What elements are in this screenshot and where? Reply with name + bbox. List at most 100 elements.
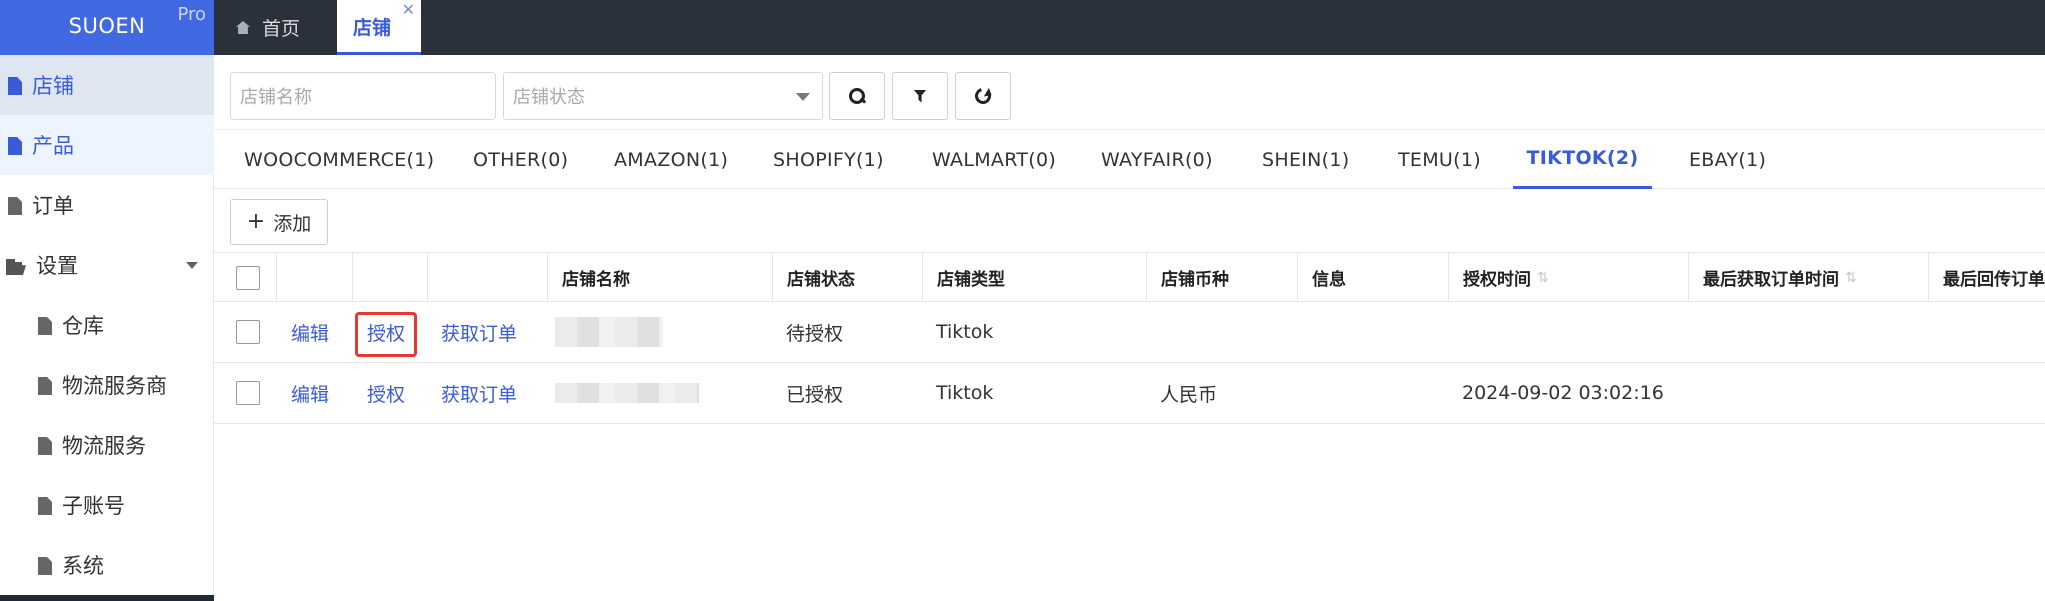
row-select-cell bbox=[236, 363, 260, 423]
table-row: 编辑 授权 获取订单 待授权 Tiktok bbox=[214, 302, 2045, 363]
shop-currency-value: 人民币 bbox=[1160, 383, 1218, 406]
table-header: 店铺名称 店铺状态 店铺类型 店铺币种 信息 授权时间 ⇅ 最后获取订单时间 ⇅ 最… bbox=[214, 252, 2045, 302]
tab-tiktok[interactable]: TIKTOK(2) bbox=[1513, 130, 1652, 189]
tab-wayfair[interactable]: WAYFAIR(0) bbox=[1101, 130, 1213, 189]
sidebar-item-label: 物流服务商 bbox=[62, 374, 167, 398]
sidebar-item-logistics-provider[interactable]: 物流服务商 bbox=[0, 355, 214, 415]
document-icon bbox=[38, 557, 52, 575]
sidebar-item-order[interactable]: 订单 bbox=[0, 175, 214, 235]
sidebar-item-label: 系统 bbox=[62, 554, 104, 578]
sidebar-item-system[interactable]: 系统 bbox=[0, 535, 214, 595]
filter-button[interactable] bbox=[892, 72, 948, 120]
chevron-down-icon bbox=[186, 262, 198, 269]
document-icon bbox=[38, 377, 52, 395]
sidebar: SUOEN Pro 店铺 产品 订单 设置 仓库 物流服务商 物流服务 子账号 … bbox=[0, 0, 214, 601]
search-icon bbox=[849, 88, 865, 104]
header-shop-currency[interactable]: 店铺币种 bbox=[1146, 253, 1297, 302]
close-icon[interactable]: ✕ bbox=[402, 0, 415, 19]
add-button-label: 添加 bbox=[273, 212, 312, 235]
dropdown-arrow-icon bbox=[796, 93, 810, 101]
filter-icon bbox=[913, 89, 927, 103]
shop-name-redacted bbox=[555, 363, 699, 423]
edit-link[interactable]: 编辑 bbox=[291, 302, 329, 362]
header-shop-name[interactable]: 店铺名称 bbox=[547, 253, 772, 302]
document-icon bbox=[8, 197, 22, 215]
header-action-1 bbox=[276, 253, 352, 302]
app: SUOEN Pro 店铺 产品 订单 设置 仓库 物流服务商 物流服务 子账号 … bbox=[0, 0, 2045, 601]
sidebar-item-label: 订单 bbox=[32, 194, 74, 218]
header-shop-status[interactable]: 店铺状态 bbox=[772, 253, 922, 302]
header-action-3 bbox=[427, 253, 547, 302]
sidebar-item-shop[interactable]: 店铺 bbox=[0, 55, 214, 115]
header-last-fetch-time[interactable]: 最后获取订单时间 ⇅ bbox=[1688, 253, 1928, 302]
folder-open-icon bbox=[6, 259, 26, 275]
highlight-box bbox=[355, 312, 417, 357]
brand-header: SUOEN Pro bbox=[0, 0, 214, 55]
sort-icon: ⇅ bbox=[1537, 269, 1549, 286]
plus-icon: + bbox=[246, 208, 266, 234]
search-button[interactable] bbox=[829, 72, 885, 120]
document-icon bbox=[38, 437, 52, 455]
shop-status-value: 待授权 bbox=[786, 322, 844, 345]
sidebar-item-product[interactable]: 产品 bbox=[0, 115, 214, 175]
sort-icon: ⇅ bbox=[1845, 269, 1857, 286]
shop-name-input[interactable]: 店铺名称 bbox=[230, 72, 496, 120]
shop-type-value: Tiktok bbox=[936, 321, 994, 343]
document-icon bbox=[8, 137, 22, 155]
sidebar-item-settings[interactable]: 设置 bbox=[0, 235, 214, 295]
shop-name-redacted bbox=[555, 302, 663, 362]
tab-home[interactable]: 首页 bbox=[236, 0, 300, 55]
sidebar-item-label: 产品 bbox=[32, 134, 74, 158]
fetch-orders-link[interactable]: 获取订单 bbox=[441, 302, 517, 362]
sidebar-item-logistics-service[interactable]: 物流服务 bbox=[0, 415, 214, 475]
tab-shopify[interactable]: SHOPIFY(1) bbox=[773, 130, 884, 189]
select-all-checkbox[interactable] bbox=[236, 265, 260, 290]
sidebar-item-label: 子账号 bbox=[62, 494, 125, 518]
sidebar-item-warehouse[interactable]: 仓库 bbox=[0, 295, 214, 355]
sidebar-item-sub-account[interactable]: 子账号 bbox=[0, 475, 214, 535]
header-info[interactable]: 信息 bbox=[1297, 253, 1448, 302]
tab-walmart[interactable]: WALMART(0) bbox=[932, 130, 1056, 189]
tab-temu[interactable]: TEMU(1) bbox=[1398, 130, 1481, 189]
tab-other[interactable]: OTHER(0) bbox=[473, 130, 568, 189]
add-button[interactable]: + 添加 bbox=[230, 199, 328, 245]
header-last-return-time[interactable]: 最后回传订单时 bbox=[1928, 253, 2045, 302]
shop-table: 店铺名称 店铺状态 店铺类型 店铺币种 信息 授权时间 ⇅ 最后获取订单时间 ⇅ 最… bbox=[214, 252, 2045, 424]
platform-tabs: WOOCOMMERCE(1) OTHER(0) AMAZON(1) SHOPIF… bbox=[214, 129, 2045, 189]
top-tab-bar: 首页 店铺 ✕ bbox=[214, 0, 2045, 55]
document-icon bbox=[38, 317, 52, 335]
shop-status-value: 已授权 bbox=[786, 383, 844, 406]
sidebar-item-label: 物流服务 bbox=[62, 434, 146, 458]
table-row: 编辑 授权 获取订单 已授权 Tiktok 人民币 2024-09-02 03:… bbox=[214, 363, 2045, 424]
brand-badge: Pro bbox=[177, 4, 206, 25]
select-all-cell bbox=[214, 253, 276, 302]
refresh-button[interactable] bbox=[955, 72, 1011, 120]
shop-type-value: Tiktok bbox=[936, 382, 994, 404]
tab-ebay[interactable]: EBAY(1) bbox=[1689, 130, 1766, 189]
header-auth-time[interactable]: 授权时间 ⇅ bbox=[1448, 253, 1688, 302]
authorize-link[interactable]: 授权 bbox=[367, 363, 405, 423]
home-icon bbox=[236, 21, 250, 34]
shop-status-select[interactable]: 店铺状态 bbox=[503, 72, 823, 120]
document-icon bbox=[8, 77, 22, 95]
tab-shop[interactable]: 店铺 ✕ bbox=[337, 0, 421, 55]
row-checkbox[interactable] bbox=[236, 381, 260, 405]
sidebar-item-label: 店铺 bbox=[32, 74, 74, 98]
row-checkbox[interactable] bbox=[236, 320, 260, 344]
sidebar-footer-bar bbox=[0, 595, 214, 601]
tab-shein[interactable]: SHEIN(1) bbox=[1262, 130, 1349, 189]
header-action-2 bbox=[352, 253, 427, 302]
auth-time-value: 2024-09-02 03:02:16 bbox=[1462, 382, 1664, 404]
refresh-icon bbox=[972, 85, 994, 107]
fetch-orders-link[interactable]: 获取订单 bbox=[441, 363, 517, 423]
header-shop-type[interactable]: 店铺类型 bbox=[922, 253, 1146, 302]
sidebar-item-label: 设置 bbox=[36, 254, 78, 278]
tab-woocommerce[interactable]: WOOCOMMERCE(1) bbox=[244, 130, 434, 189]
shop-status-placeholder: 店铺状态 bbox=[513, 87, 585, 108]
row-select-cell bbox=[236, 302, 260, 362]
edit-link[interactable]: 编辑 bbox=[291, 363, 329, 423]
sidebar-menu: 店铺 产品 订单 设置 仓库 物流服务商 物流服务 子账号 系统 bbox=[0, 55, 214, 595]
search-toolbar: 店铺名称 店铺状态 bbox=[214, 55, 2045, 129]
tab-amazon[interactable]: AMAZON(1) bbox=[614, 130, 728, 189]
sidebar-item-label: 仓库 bbox=[62, 314, 104, 338]
